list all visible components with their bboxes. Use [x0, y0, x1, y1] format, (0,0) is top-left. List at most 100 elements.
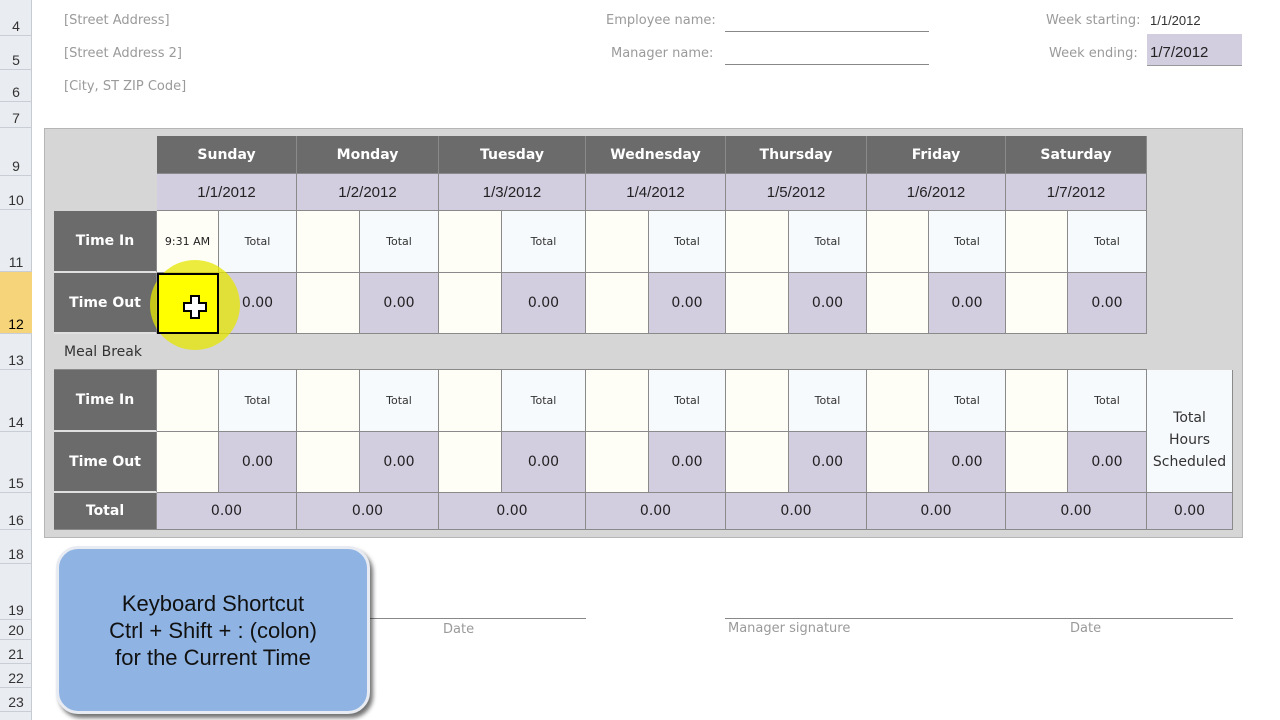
- total-hours-scheduled-label: Total Hours Scheduled: [1147, 370, 1233, 493]
- row-header[interactable]: 22: [0, 664, 32, 688]
- day-total-wednesday: 0.00: [586, 493, 726, 530]
- employee-name-label: Employee name:: [606, 13, 716, 28]
- row-header[interactable]: 16: [0, 493, 32, 530]
- day-header-friday: Friday: [867, 136, 1006, 174]
- time-in-1-wednesday[interactable]: [586, 211, 649, 273]
- callout-line-3: for the Current Time: [115, 644, 311, 670]
- row-header[interactable]: 19: [0, 564, 32, 620]
- row-header[interactable]: 21: [0, 640, 32, 664]
- row-header[interactable]: 15: [0, 432, 32, 493]
- hours-1-tuesday: 0.00: [502, 273, 586, 334]
- time-out-2-wednesday[interactable]: [586, 432, 649, 493]
- time-in-2-sunday[interactable]: [157, 370, 219, 432]
- hours-2-friday: 0.00: [929, 432, 1006, 493]
- hours-1-thursday: 0.00: [789, 273, 867, 334]
- total-label-2-sunday: Total: [219, 370, 297, 432]
- day-header-wednesday: Wednesday: [586, 136, 726, 174]
- time-out-1-saturday[interactable]: [1006, 273, 1068, 334]
- day-date-tuesday[interactable]: 1/3/2012: [439, 174, 586, 211]
- row-header[interactable]: 9: [0, 150, 32, 176]
- total-hours-scheduled-value: 0.00: [1147, 493, 1233, 530]
- day-header-monday: Monday: [297, 136, 439, 174]
- time-out-2-thursday[interactable]: [726, 432, 789, 493]
- employee-signature-line[interactable]: [370, 618, 586, 619]
- manager-date-label: Date: [1070, 621, 1102, 636]
- day-date-saturday[interactable]: 1/7/2012: [1006, 174, 1147, 211]
- row-header[interactable]: 4: [0, 6, 32, 36]
- time-out-2-tuesday[interactable]: [439, 432, 502, 493]
- street-address-2[interactable]: [Street Address 2]: [64, 46, 182, 61]
- time-in-1-friday[interactable]: [867, 211, 929, 273]
- total-label-1-sunday: Total: [219, 211, 297, 273]
- day-date-thursday[interactable]: 1/5/2012: [726, 174, 867, 211]
- time-out-2-sunday[interactable]: [157, 432, 219, 493]
- total-label-2-friday: Total: [929, 370, 1006, 432]
- day-header-tuesday: Tuesday: [439, 136, 586, 174]
- street-address[interactable]: [Street Address]: [64, 13, 170, 28]
- day-date-friday[interactable]: 1/6/2012: [867, 174, 1006, 211]
- row-header[interactable]: 23: [0, 688, 32, 712]
- total-label: Total: [54, 493, 157, 530]
- employee-date-label: Date: [443, 622, 475, 637]
- day-total-saturday: 0.00: [1006, 493, 1147, 530]
- row-header[interactable]: 20: [0, 620, 32, 640]
- manager-name-field[interactable]: [725, 64, 929, 65]
- row-header[interactable]: 10: [0, 176, 32, 210]
- total-label-1-friday: Total: [929, 211, 1006, 273]
- time-out-1-friday[interactable]: [867, 273, 929, 334]
- time-in-1-saturday[interactable]: [1006, 211, 1068, 273]
- row-header[interactable]: 18: [0, 534, 32, 564]
- row-header[interactable]: 11: [0, 210, 32, 272]
- hours-2-wednesday: 0.00: [649, 432, 726, 493]
- day-total-thursday: 0.00: [726, 493, 867, 530]
- day-date-monday[interactable]: 1/2/2012: [297, 174, 439, 211]
- total-label-2-thursday: Total: [789, 370, 867, 432]
- row-header[interactable]: 5: [0, 38, 32, 70]
- day-date-wednesday[interactable]: 1/4/2012: [586, 174, 726, 211]
- city-state-zip[interactable]: [City, ST ZIP Code]: [64, 79, 186, 94]
- row-header[interactable]: 14: [0, 370, 32, 432]
- time-out-1-tuesday[interactable]: [439, 273, 502, 334]
- manager-signature-label: Manager signature: [728, 621, 851, 636]
- row-header-column: 4 5 6 7 9 10 11 12 13 14 15 16 18 19 20 21 22 23: [0, 0, 32, 720]
- time-in-1-monday[interactable]: [297, 211, 360, 273]
- total-label-2-monday: Total: [360, 370, 439, 432]
- row-header[interactable]: 13: [0, 334, 32, 370]
- week-starting-value[interactable]: 1/1/2012: [1150, 13, 1201, 28]
- row-header[interactable]: 6: [0, 70, 32, 102]
- manager-signature-line[interactable]: [725, 618, 1233, 619]
- total-label-1-wednesday: Total: [649, 211, 726, 273]
- day-total-sunday: 0.00: [157, 493, 297, 530]
- day-total-tuesday: 0.00: [439, 493, 586, 530]
- time-in-2-friday[interactable]: [867, 370, 929, 432]
- time-out-2-saturday[interactable]: [1006, 432, 1068, 493]
- callout-line-1: Keyboard Shortcut: [121, 590, 305, 616]
- time-in-1-tuesday[interactable]: [439, 211, 502, 273]
- time-in-2-saturday[interactable]: [1006, 370, 1068, 432]
- row-header[interactable]: 7: [0, 102, 32, 128]
- hours-2-sunday: 0.00: [219, 432, 297, 493]
- day-header-saturday: Saturday: [1006, 136, 1147, 174]
- hours-1-wednesday: 0.00: [649, 273, 726, 334]
- time-out-label-2: Time Out: [54, 432, 157, 493]
- employee-name-field[interactable]: [725, 31, 929, 32]
- time-in-2-wednesday[interactable]: [586, 370, 649, 432]
- time-out-2-friday[interactable]: [867, 432, 929, 493]
- time-out-1-wednesday[interactable]: [586, 273, 649, 334]
- time-in-2-tuesday[interactable]: [439, 370, 502, 432]
- time-out-2-monday[interactable]: [297, 432, 360, 493]
- time-out-1-thursday[interactable]: [726, 273, 789, 334]
- total-label-1-saturday: Total: [1068, 211, 1147, 273]
- day-date-sunday[interactable]: 1/1/2012: [157, 174, 297, 211]
- week-starting-label: Week starting:: [1046, 13, 1141, 28]
- hours-1-saturday: 0.00: [1068, 273, 1147, 334]
- day-header-thursday: Thursday: [726, 136, 867, 174]
- time-in-2-thursday[interactable]: [726, 370, 789, 432]
- week-ending-value[interactable]: 1/7/2012: [1147, 34, 1242, 66]
- time-in-1-thursday[interactable]: [726, 211, 789, 273]
- row-header[interactable]: 12: [0, 272, 32, 334]
- week-ending-label: Week ending:: [1049, 46, 1138, 61]
- time-out-1-monday[interactable]: [297, 273, 360, 334]
- hours-2-thursday: 0.00: [789, 432, 867, 493]
- time-in-2-monday[interactable]: [297, 370, 360, 432]
